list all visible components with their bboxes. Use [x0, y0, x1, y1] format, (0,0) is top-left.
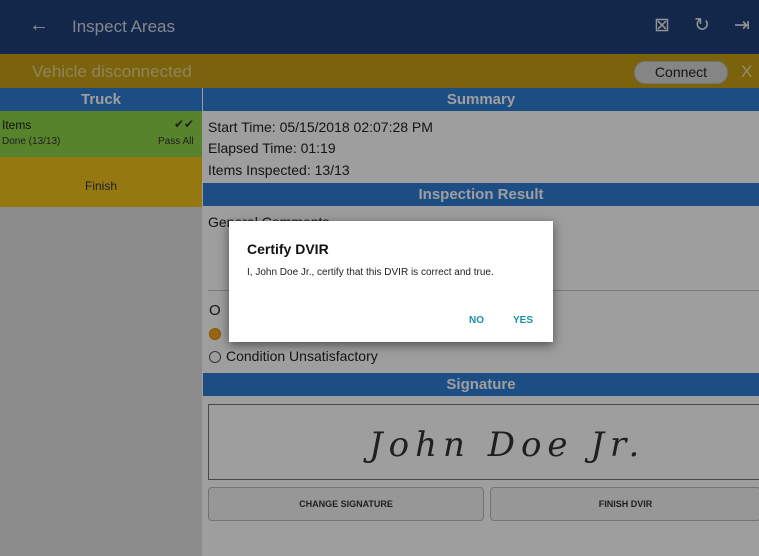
signature-script: John Doe Jr.	[369, 425, 646, 465]
vehicle-status-text: Vehicle disconnected	[32, 62, 192, 81]
summary-header: Summary	[203, 88, 759, 111]
elapsed-time: Elapsed Time: 01:19	[208, 140, 336, 156]
certify-dialog: Certify DVIR I, John Doe Jr., certify th…	[229, 221, 553, 342]
logout-icon[interactable]: ⇥	[734, 14, 750, 37]
finish-button[interactable]: Finish	[0, 157, 202, 207]
signature-header: Signature	[203, 373, 759, 396]
refresh-icon[interactable]: ↻	[694, 14, 710, 37]
pass-all-button[interactable]: Pass All	[158, 136, 194, 147]
double-check-icon: ✔✔	[174, 117, 195, 131]
inspection-result-header: Inspection Result	[203, 183, 759, 206]
finish-label: Finish	[84, 179, 117, 193]
dialog-message: I, John Doe Jr., certify that this DVIR …	[247, 267, 494, 278]
radio-selected[interactable]	[209, 328, 221, 340]
condition-unsatisfactory-label: Condition Unsatisfactory	[226, 348, 378, 364]
items-inspected: Items Inspected: 13/13	[208, 162, 350, 178]
finish-dvir-button[interactable]: FINISH DVIR	[490, 487, 759, 521]
items-row[interactable]: Items Done (13/13) ✔✔ Pass All	[0, 111, 202, 157]
dialog-title: Certify DVIR	[247, 241, 329, 257]
truck-header: Truck	[0, 88, 202, 111]
change-signature-button[interactable]: CHANGE SIGNATURE	[208, 487, 484, 521]
export-icon[interactable]: ⊠	[654, 14, 670, 37]
no-button[interactable]: NO	[469, 315, 484, 326]
signature-box[interactable]: John Doe Jr.	[208, 404, 759, 480]
radio-condition-unsatisfactory[interactable]	[209, 351, 221, 363]
vehicle-status-banner: Vehicle disconnected Connect X	[0, 54, 759, 88]
radio-option-label[interactable]: O	[209, 302, 221, 319]
connect-button[interactable]: Connect	[634, 61, 728, 84]
back-arrow-icon[interactable]: ←	[29, 14, 49, 37]
items-status: Done (13/13)	[2, 136, 61, 147]
app-bar: ← Inspect Areas ⊠ ↻ ⇥	[0, 0, 759, 54]
close-banner-button[interactable]: X	[741, 62, 752, 82]
yes-button[interactable]: YES	[513, 315, 533, 326]
start-time: Start Time: 05/15/2018 02:07:28 PM	[208, 119, 433, 135]
page-title: Inspect Areas	[72, 17, 176, 36]
items-label: Items	[2, 118, 32, 132]
